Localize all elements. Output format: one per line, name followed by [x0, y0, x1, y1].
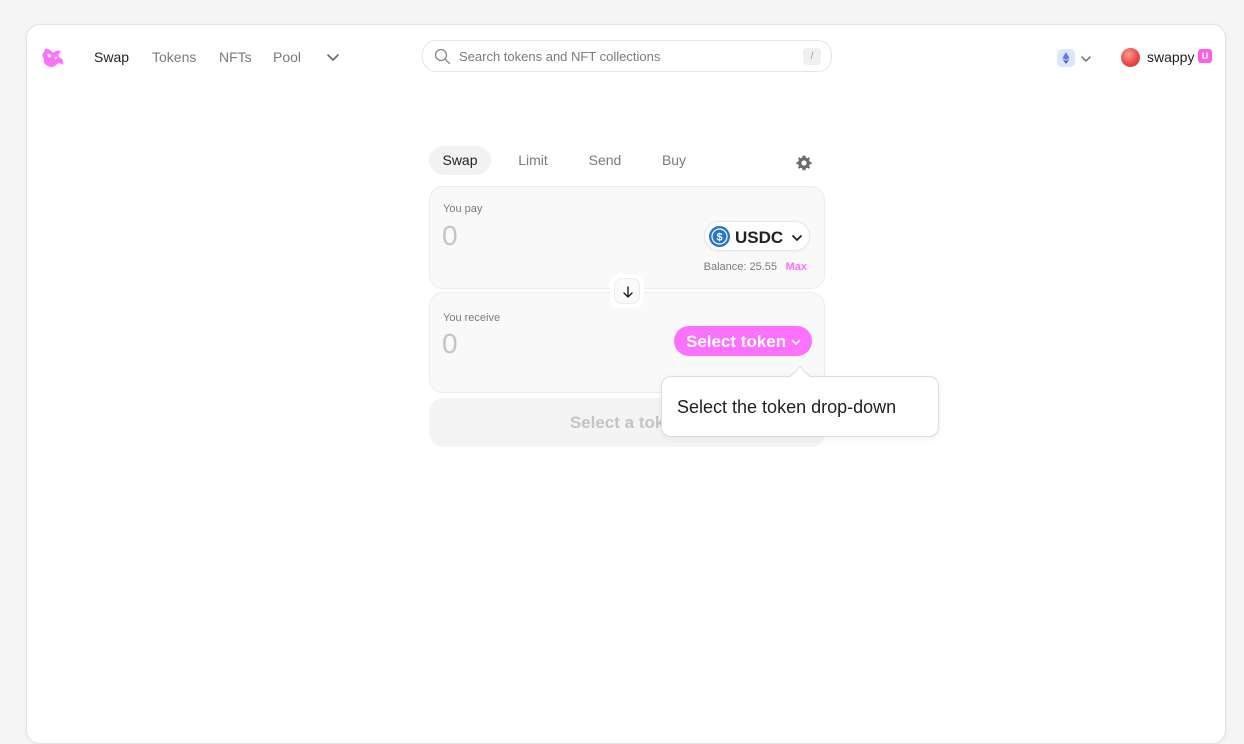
nav-tokens[interactable]: Tokens [152, 49, 196, 65]
select-token-button[interactable]: Select token [674, 326, 812, 356]
max-button[interactable]: Max [786, 261, 807, 273]
nav-swap[interactable]: Swap [94, 49, 129, 65]
chevron-down-icon [1080, 52, 1092, 70]
tooltip-text: Select the token drop-down [677, 397, 897, 417]
nav-pool[interactable]: Pool [273, 49, 301, 65]
search-icon [434, 48, 451, 65]
tooltip: Select the token drop-down [661, 366, 939, 437]
top-nav: Swap Tokens NFTs Pool / swappy U [27, 25, 1225, 89]
tab-buy[interactable]: Buy [649, 146, 699, 175]
switch-tokens-button[interactable] [610, 274, 644, 308]
network-selector[interactable] [1057, 49, 1097, 67]
pay-balance: Balance: 25.55 [703, 261, 777, 273]
shortcut-key: / [803, 48, 821, 65]
swap-tabs: Swap Limit Send Buy [429, 146, 825, 178]
account-badge: U [1198, 49, 1212, 63]
pay-token-selector[interactable]: $ USDC [704, 221, 810, 251]
gear-icon[interactable] [795, 154, 813, 172]
chevron-down-icon[interactable] [325, 49, 341, 65]
select-token-label: Select token [686, 332, 787, 351]
svg-text:$: $ [716, 232, 722, 244]
nav-nfts[interactable]: NFTs [219, 49, 252, 65]
chevron-down-icon [791, 231, 803, 243]
usdc-icon: $ [709, 226, 730, 247]
receive-amount-input[interactable] [442, 329, 642, 359]
ethereum-icon [1057, 49, 1075, 67]
avatar [1121, 48, 1140, 67]
tab-limit[interactable]: Limit [504, 146, 562, 175]
arrow-down-icon [614, 278, 640, 304]
pay-token-symbol: USDC [735, 228, 784, 247]
pay-amount-input[interactable] [442, 221, 642, 251]
receive-label: You receive [443, 312, 501, 324]
chevron-down-icon [790, 335, 802, 347]
pay-label: You pay [443, 203, 483, 215]
search-bar[interactable]: / [422, 40, 832, 72]
account-name: swappy [1147, 49, 1195, 65]
tab-swap[interactable]: Swap [429, 146, 491, 175]
unicorn-logo-icon[interactable] [39, 45, 67, 71]
app-window: Swap Tokens NFTs Pool / swappy U [26, 24, 1226, 744]
tab-send[interactable]: Send [575, 146, 635, 175]
search-input[interactable] [459, 46, 789, 66]
